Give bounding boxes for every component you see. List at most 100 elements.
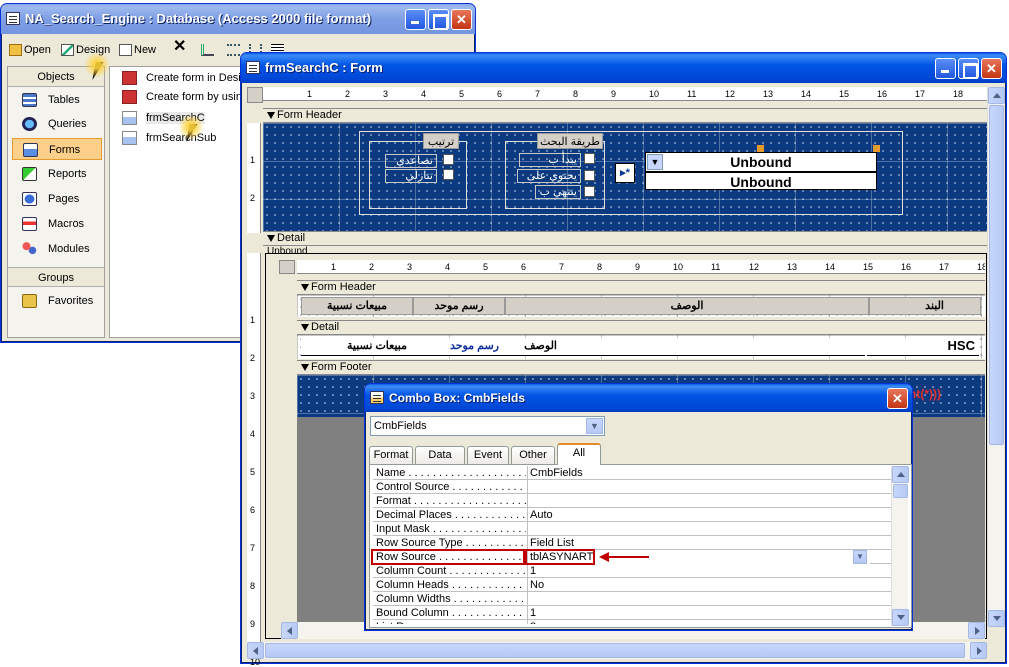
scroll-right-button[interactable] [968, 622, 985, 639]
form-minimize-button[interactable] [935, 58, 956, 79]
queries-icon [22, 117, 37, 131]
vruler-tick-label: 1 [250, 155, 256, 165]
form-close-button[interactable]: ✕ [981, 58, 1002, 79]
resize-handle[interactable] [757, 145, 764, 152]
vruler-tick-label: 9 [250, 619, 256, 629]
property-row[interactable]: Column Heads . . . . . . . . . . . . . .… [373, 578, 896, 592]
tab-all[interactable]: All [557, 443, 601, 465]
object-reports[interactable]: Reports [12, 163, 102, 185]
vruler-tick-label: 4 [250, 429, 256, 439]
form-vscrollbar[interactable] [987, 87, 1005, 627]
property-row[interactable]: Column Count . . . . . . . . . . . . . .… [373, 564, 896, 578]
property-row[interactable]: Control Source . . . . . . . . . . . . .… [373, 480, 896, 494]
scroll-left-button[interactable] [247, 642, 264, 659]
ruler-tick-label: 17 [915, 89, 926, 99]
subform-selector[interactable] [279, 260, 295, 274]
object-pages[interactable]: Pages [12, 188, 102, 210]
property-row[interactable]: Input Mask . . . . . . . . . . . . . . .… [373, 522, 896, 536]
detail-bar[interactable]: Detail [263, 231, 987, 246]
property-vscrollbar[interactable] [891, 466, 909, 626]
tab-event[interactable]: Event [467, 446, 509, 464]
property-row[interactable]: Bound Column . . . . . . . . . . . . . .… [373, 606, 896, 620]
property-value[interactable]: 1 [527, 606, 870, 620]
new-button[interactable]: New [119, 42, 156, 58]
ruler-tick-label: 17 [939, 262, 950, 272]
ruler-tick-label: 10 [673, 262, 684, 272]
form-header-bar[interactable]: Form Header [263, 108, 987, 123]
property-row[interactable]: Format . . . . . . . . . . . . . . . . .… [373, 494, 896, 508]
database-window-titlebar[interactable]: NA_Search_Engine : Database (Access 2000… [1, 4, 475, 34]
object-forms[interactable]: Forms [12, 138, 102, 160]
property-sheet-titlebar[interactable]: Combo Box: CmbFields [365, 384, 912, 412]
form-selector[interactable] [247, 87, 263, 103]
property-value[interactable]: Auto [527, 508, 870, 522]
property-value[interactable] [527, 480, 870, 494]
property-value[interactable]: CmbFields [527, 466, 870, 480]
scroll-down-button[interactable] [988, 610, 1005, 627]
scroll-thumb[interactable] [265, 643, 965, 658]
large-icons-button[interactable] [201, 42, 216, 58]
object-selector[interactable]: CmbFields ▼ [370, 416, 605, 436]
subform-footer-bar[interactable]: Form Footer [297, 360, 985, 375]
scroll-right-button[interactable] [970, 642, 987, 659]
property-value[interactable]: No [527, 578, 870, 592]
property-value[interactable]: Field List [527, 536, 870, 550]
detail-field-fee[interactable]: رسم موحد [413, 338, 505, 356]
property-row[interactable]: Decimal Places . . . . . . . . . . . . .… [373, 508, 896, 522]
scroll-up-button[interactable] [988, 87, 1005, 104]
property-value[interactable]: 1 [527, 564, 870, 578]
form-window-titlebar[interactable]: frmSearchC : Form [241, 53, 1006, 83]
groups-header[interactable]: Groups [8, 267, 104, 287]
detail-field-sales[interactable]: مبيعات نسبية [301, 338, 413, 356]
object-macros[interactable]: Macros [12, 213, 102, 235]
row-source-value-highlight [525, 549, 595, 565]
ruler-tick-label: 8 [597, 262, 603, 272]
scroll-left-button[interactable] [281, 622, 298, 639]
scroll-thumb[interactable] [989, 105, 1004, 445]
scroll-down-button[interactable] [892, 609, 909, 626]
object-queries[interactable]: Queries [12, 113, 102, 135]
scroll-up-button[interactable] [892, 466, 909, 483]
property-row[interactable]: Row Source Type . . . . . . . . . . . . … [373, 536, 896, 550]
subform-header-bar[interactable]: Form Header [297, 280, 985, 295]
detail-field-hsc[interactable]: HSC [867, 338, 979, 356]
object-tables[interactable]: Tables [12, 89, 102, 111]
ruler-tick-label: 8 [573, 89, 579, 99]
property-name: Column Heads . . . . . . . . . . . . . .… [376, 579, 526, 591]
ruler-tick-label: 1 [331, 262, 337, 272]
form-maximize-button[interactable] [958, 58, 979, 79]
property-close-button[interactable]: ✕ [887, 388, 908, 409]
tab-format[interactable]: Format [369, 446, 413, 464]
open-button[interactable]: Open [9, 42, 51, 58]
form-hscrollbar[interactable] [247, 642, 987, 659]
row-source-dropdown[interactable]: ▼ [853, 550, 867, 564]
property-row[interactable]: List Rows . . . . . . . . . . . . . . . … [373, 620, 896, 624]
maximize-button[interactable] [428, 9, 449, 30]
field-combobox[interactable]: ▼ Unbound [645, 152, 877, 172]
property-sheet-title: Combo Box: CmbFields [389, 391, 526, 405]
object-modules[interactable]: Modules [12, 238, 102, 260]
minimize-button[interactable] [405, 9, 426, 30]
close-button[interactable]: ✕ [451, 9, 472, 30]
delete-button[interactable]: ✕ [173, 39, 186, 55]
form-window-title: frmSearchC : Form [265, 60, 383, 75]
tab-other[interactable]: Other [511, 446, 555, 464]
annotation-arrow [599, 552, 649, 562]
property-value[interactable] [527, 494, 870, 508]
group-favorites[interactable]: Favorites [12, 290, 102, 312]
tables-icon [22, 93, 37, 107]
object-label: Favorites [48, 295, 94, 307]
property-row[interactable]: Column Widths . . . . . . . . . . . . . … [373, 592, 896, 606]
search-textbox[interactable]: Unbound [645, 172, 877, 190]
property-value[interactable] [527, 592, 870, 606]
property-value[interactable] [527, 522, 870, 536]
property-value[interactable]: 8 [527, 620, 870, 624]
scroll-thumb[interactable] [893, 484, 908, 498]
search-button[interactable]: ▸* [615, 163, 635, 183]
object-label: Macros [48, 218, 85, 230]
property-row[interactable]: Name . . . . . . . . . . . . . . . . . .… [373, 466, 896, 480]
resize-handle[interactable] [873, 145, 880, 152]
detail-field-description[interactable]: الوصف [505, 338, 865, 356]
tab-data[interactable]: Data [415, 446, 465, 464]
subform-detail-bar[interactable]: Detail [297, 320, 985, 335]
